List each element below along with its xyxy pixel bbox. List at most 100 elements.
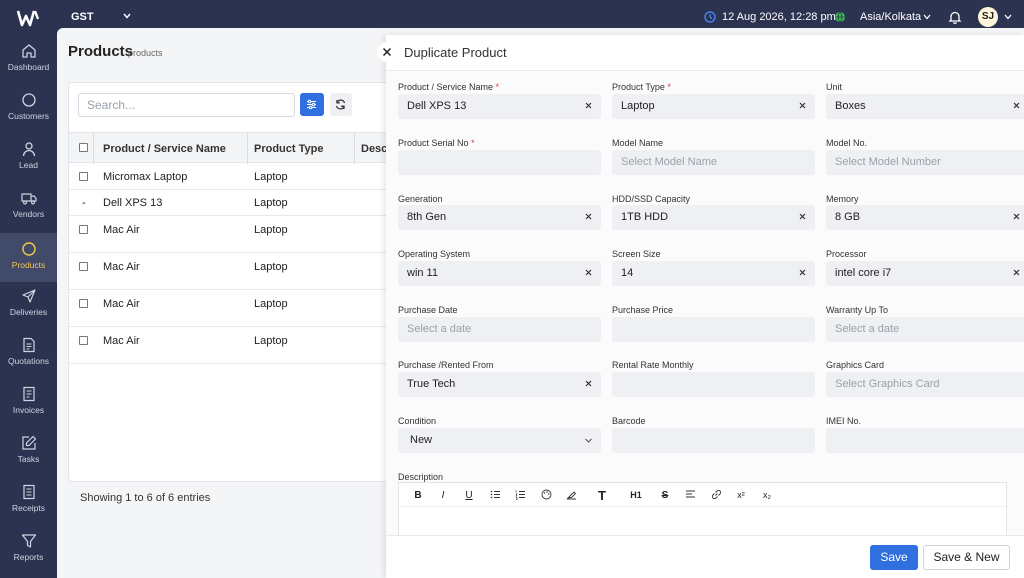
app-logo-icon[interactable]	[16, 8, 40, 28]
heading-button[interactable]: H1	[628, 489, 644, 502]
close-drawer-button[interactable]	[377, 42, 397, 62]
color-button[interactable]	[538, 489, 554, 502]
subscript-button[interactable]: x₂	[759, 489, 775, 502]
os-label: Operating System	[398, 249, 471, 259]
sidebar-item-tasks[interactable]: Tasks	[0, 427, 57, 476]
model-name-field[interactable]: Select Model Name	[612, 150, 815, 175]
product-type-field[interactable]: Laptop	[612, 94, 815, 119]
table-row[interactable]: Mac Air Laptop	[69, 327, 399, 364]
save-button[interactable]: Save	[870, 545, 918, 570]
table-row[interactable]: Mac Air Laptop	[69, 216, 399, 253]
purchase-price-label: Purchase Price	[612, 305, 674, 315]
graphics-card-field[interactable]: Select Graphics Card	[826, 372, 1024, 397]
row-checkbox[interactable]	[79, 172, 88, 181]
table-row[interactable]: - Dell XPS 13 Laptop	[69, 190, 399, 216]
sliders-icon	[307, 99, 316, 110]
avatar[interactable]: SJ	[978, 7, 998, 27]
condition-select[interactable]: New	[398, 428, 601, 453]
highlight-button[interactable]	[563, 489, 579, 502]
chevron-down-icon[interactable]	[922, 12, 932, 22]
sidebar-item-label: Dashboard	[7, 62, 50, 72]
row-checkbox[interactable]	[79, 262, 88, 271]
graphics-card-label: Graphics Card	[826, 360, 885, 370]
text-style-button[interactable]: T	[594, 489, 610, 502]
sidebar-item-receipts[interactable]: Receipts	[0, 476, 57, 525]
superscript-button[interactable]: x²	[733, 489, 749, 502]
refresh-button[interactable]	[330, 93, 352, 116]
row-checkbox[interactable]	[79, 336, 88, 345]
product-name-field[interactable]: Dell XPS 13	[398, 94, 601, 119]
rented-from-field[interactable]: True Tech	[398, 372, 601, 397]
clear-icon[interactable]	[798, 101, 807, 110]
align-button[interactable]	[682, 489, 698, 502]
organization-selector[interactable]: GST	[71, 11, 94, 23]
filter-button[interactable]	[300, 93, 324, 116]
sidebar-item-invoices[interactable]: Invoices	[0, 378, 57, 427]
italic-button[interactable]: I	[435, 489, 451, 502]
purchase-price-field[interactable]	[612, 317, 815, 342]
link-button[interactable]	[708, 489, 724, 502]
model-no-field[interactable]: Select Model Number	[826, 150, 1024, 175]
product-name-cell: Micromax Laptop	[103, 171, 188, 183]
serial-no-field[interactable]	[398, 150, 601, 175]
chevron-down-icon[interactable]	[1003, 12, 1013, 22]
clear-icon[interactable]	[584, 101, 593, 110]
bell-icon[interactable]	[948, 10, 962, 24]
sidebar: Dashboard Customers Lead Vendors Product…	[0, 35, 57, 578]
numbered-list-button[interactable]	[512, 489, 528, 502]
strikethrough-button[interactable]: S	[657, 489, 673, 502]
clear-icon[interactable]	[1012, 101, 1021, 110]
clear-icon[interactable]	[584, 212, 593, 221]
sidebar-item-deliveries[interactable]: Deliveries	[0, 280, 57, 329]
sidebar-item-lead[interactable]: Lead	[0, 133, 57, 182]
numbered-list-icon	[514, 490, 525, 500]
sidebar-item-quotations[interactable]: Quotations	[0, 329, 57, 378]
clear-icon[interactable]	[1012, 268, 1021, 277]
search-input[interactable]	[78, 93, 295, 117]
clear-icon[interactable]	[584, 379, 593, 388]
underline-button[interactable]: U	[461, 489, 477, 502]
os-field[interactable]: win 11	[398, 261, 601, 286]
bullet-list-button[interactable]	[487, 489, 503, 502]
table-row[interactable]: Micromax Laptop Laptop	[69, 164, 399, 190]
sidebar-item-products[interactable]: Products	[0, 233, 57, 282]
generation-field[interactable]: 8th Gen	[398, 205, 601, 230]
row-checkbox[interactable]	[79, 299, 88, 308]
generation-label: Generation	[398, 194, 443, 204]
processor-field[interactable]: intel core i7	[826, 261, 1024, 286]
screen-size-field[interactable]: 14	[612, 261, 815, 286]
bold-button[interactable]: B	[410, 489, 426, 502]
sidebar-item-customers[interactable]: Customers	[0, 84, 57, 133]
column-header-type[interactable]: Product Type	[254, 143, 323, 155]
rental-rate-field[interactable]	[612, 372, 815, 397]
product-name-cell: Mac Air	[103, 298, 140, 310]
clear-icon[interactable]	[1012, 212, 1021, 221]
barcode-label: Barcode	[612, 416, 646, 426]
memory-field[interactable]: 8 GB	[826, 205, 1024, 230]
clear-icon[interactable]	[798, 268, 807, 277]
row-checkbox[interactable]	[79, 225, 88, 234]
barcode-field[interactable]	[612, 428, 815, 453]
column-header-name[interactable]: Product / Service Name	[103, 143, 226, 155]
save-and-new-button[interactable]: Save & New	[923, 545, 1010, 570]
clear-icon[interactable]	[798, 212, 807, 221]
unit-field[interactable]: Boxes	[826, 94, 1024, 119]
clear-icon[interactable]	[584, 268, 593, 277]
purchase-date-field[interactable]: Select a date	[398, 317, 601, 342]
page-subtitle: products	[128, 48, 163, 58]
timezone-selector[interactable]: Asia/Kolkata	[860, 11, 921, 23]
table-row[interactable]: Mac Air Laptop	[69, 290, 399, 327]
sidebar-item-vendors[interactable]: Vendors	[0, 182, 57, 231]
chevron-down-icon[interactable]	[122, 11, 132, 21]
table-header: Product / Service Name Product Type Desc…	[69, 132, 399, 164]
warranty-field[interactable]: Select a date	[826, 317, 1024, 342]
sidebar-item-reports[interactable]: Reports	[0, 525, 57, 574]
select-all-checkbox[interactable]	[79, 143, 88, 152]
imei-field[interactable]	[826, 428, 1024, 453]
description-editor[interactable]: B I U T H1 S x² x₂	[398, 482, 1008, 535]
hdd-field[interactable]: 1TB HDD	[612, 205, 815, 230]
sidebar-item-dashboard[interactable]: Dashboard	[0, 35, 57, 84]
table-row[interactable]: Mac Air Laptop	[69, 253, 399, 290]
circle-icon	[21, 93, 36, 107]
bullet-list-icon	[490, 490, 500, 499]
